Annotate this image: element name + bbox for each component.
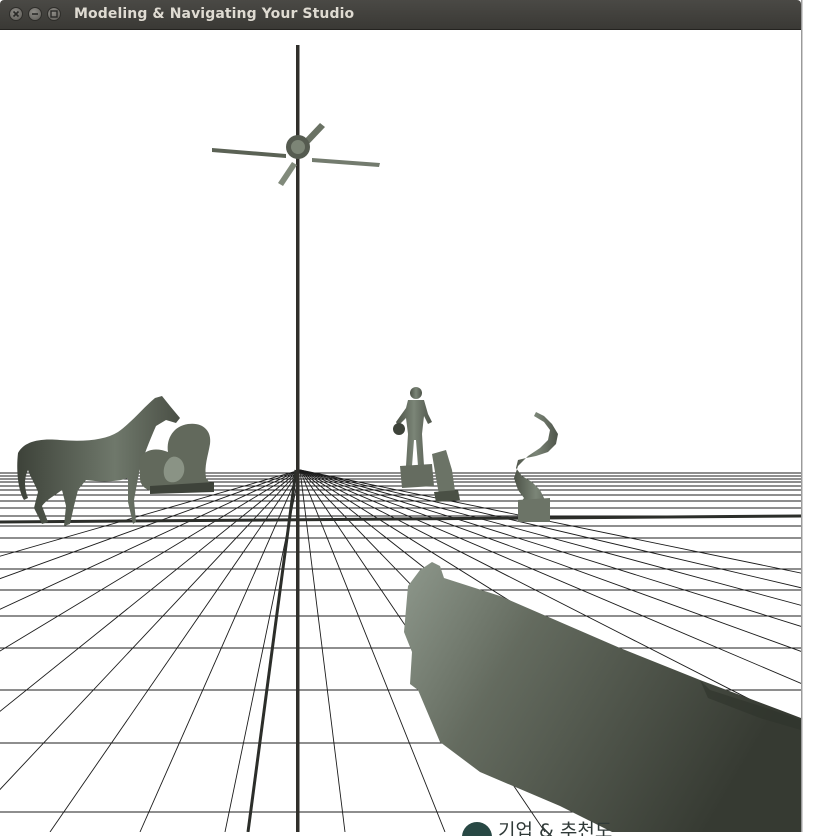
handgun-model	[404, 562, 801, 832]
maximize-icon[interactable]	[47, 7, 61, 21]
floor-depth-rail	[246, 469, 298, 832]
window-title: Modeling & Navigating Your Studio	[74, 6, 355, 22]
background-app-icon	[462, 822, 492, 836]
3d-viewport[interactable]	[0, 30, 801, 832]
app-window: Modeling & Navigating Your Studio	[0, 0, 801, 832]
background-window-fragment: 기업 & 추천도	[462, 820, 622, 836]
spiral-staircase-model	[514, 412, 558, 522]
close-icon[interactable]	[9, 7, 23, 21]
minimize-icon[interactable]	[28, 7, 42, 21]
vertical-pole	[296, 45, 300, 832]
title-bar[interactable]: Modeling & Navigating Your Studio	[0, 0, 801, 30]
background-window-text: 기업 & 추천도	[498, 820, 613, 836]
